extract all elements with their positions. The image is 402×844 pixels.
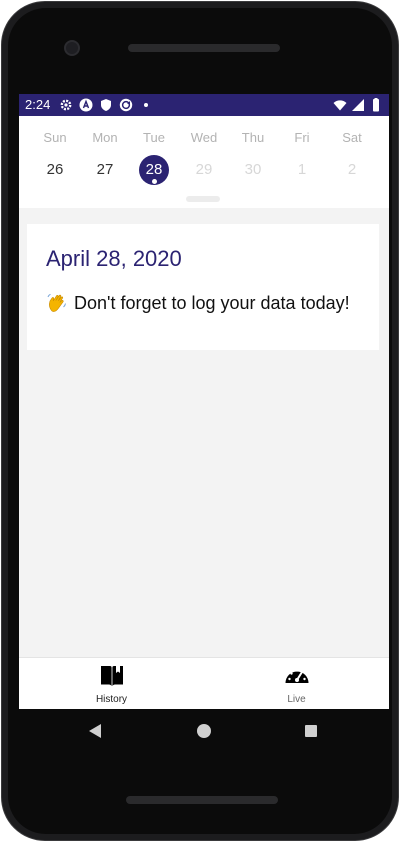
battery-icon [373, 98, 379, 112]
status-icons-left [59, 98, 153, 112]
day-date[interactable]: 26 [40, 155, 70, 185]
book-icon [101, 666, 123, 686]
bottom-speaker [126, 796, 278, 804]
nav-label-live: Live [287, 694, 306, 705]
day-name: Fri [294, 130, 310, 145]
day-name: Thu [241, 130, 265, 145]
reminder-message-row: Don't forget to log your data today! [46, 292, 350, 314]
reminder-message: Don't forget to log your data today! [74, 292, 350, 313]
day-date-disabled: 29 [195, 161, 213, 178]
app-screen: 2:24 Sun 26 Mon 27 Tue 28 Wed 29 Thu 30 … [19, 94, 389, 709]
nav-live[interactable]: Live [204, 658, 389, 709]
day-name: Sun [43, 130, 67, 145]
nav-history[interactable]: History [19, 658, 204, 709]
day-name: Tue [143, 130, 165, 145]
card-date-title: April 28, 2020 [46, 246, 182, 271]
day-date-disabled: 30 [244, 161, 262, 178]
front-camera [64, 40, 80, 56]
speedometer-icon [285, 669, 309, 683]
today-indicator-dot [152, 179, 157, 184]
day-name: Wed [190, 130, 218, 145]
day-date[interactable]: 27 [90, 155, 120, 185]
status-bar: 2:24 [19, 94, 389, 116]
day-date-disabled: 1 [297, 161, 307, 178]
status-icons-right [333, 98, 383, 112]
nav-label-history: History [95, 694, 128, 705]
dot-icon [144, 103, 148, 107]
back-icon[interactable] [87, 723, 103, 739]
wifi-icon [333, 100, 347, 111]
app-icon [79, 98, 93, 112]
day-date-disabled: 2 [347, 161, 357, 178]
waving-hand-icon [47, 293, 66, 312]
system-navigation-bar [19, 709, 389, 753]
shield-icon [101, 99, 111, 111]
week-calendar: Sun 26 Mon 27 Tue 28 Wed 29 Thu 30 Fri 1… [19, 116, 389, 208]
recents-icon[interactable] [303, 723, 319, 739]
calendar-expand-handle[interactable] [186, 196, 220, 202]
day-name: Sat [342, 130, 362, 145]
status-time: 2:24 [25, 97, 51, 112]
day-summary-card: April 28, 2020 Don't forget to log your … [27, 224, 379, 350]
earpiece-speaker [128, 44, 280, 52]
sync-icon [119, 98, 133, 112]
bottom-navigation: History Live [19, 657, 389, 709]
home-icon[interactable] [196, 723, 212, 739]
device-frame: 2:24 Sun 26 Mon 27 Tue 28 Wed 29 Thu 30 … [0, 0, 402, 844]
settings-icon [60, 99, 72, 111]
day-name: Mon [92, 130, 118, 145]
signal-icon [352, 99, 364, 111]
